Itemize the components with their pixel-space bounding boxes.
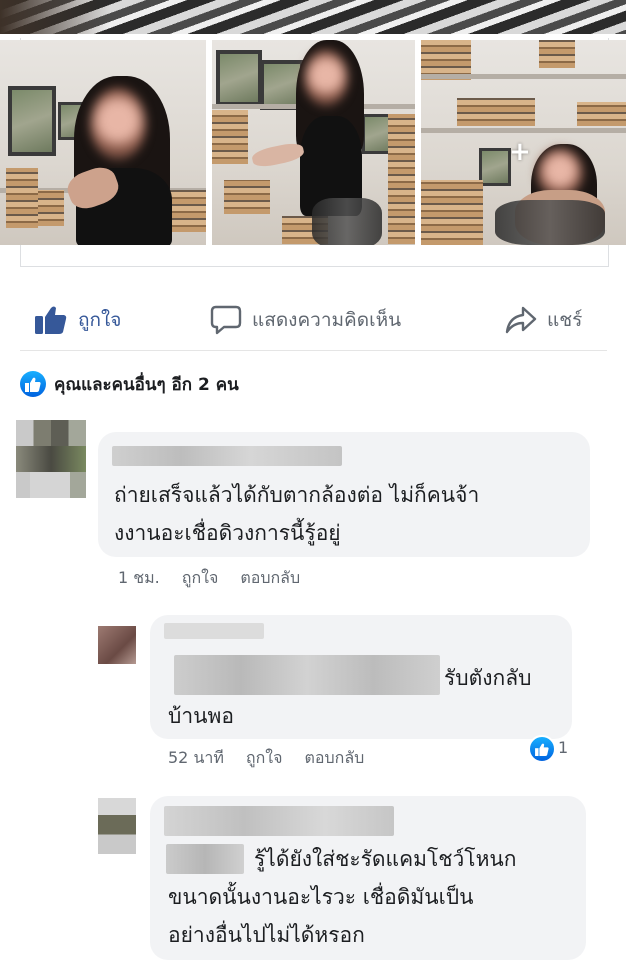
share-label: แชร์	[547, 309, 583, 331]
avatar[interactable]	[98, 626, 136, 664]
photo-1[interactable]	[0, 40, 206, 245]
comment-meta: 52 นาที ถูกใจ ตอบกลับ	[168, 746, 364, 771]
comment-button[interactable]: แสดงความคิดเห็น	[210, 298, 401, 342]
comment-like-link[interactable]: ถูกใจ	[182, 566, 219, 591]
comment-line: รับตังกลับ	[444, 666, 532, 690]
action-divider	[20, 350, 607, 351]
comment-reply-link[interactable]: ตอบกลับ	[240, 566, 300, 591]
share-icon	[505, 306, 537, 334]
comment-line: บ้านพอ	[168, 704, 234, 728]
avatar[interactable]	[16, 420, 86, 498]
comment-line: ถ่ายเสร็จแล้วได้กับตากล้องต่อ ไม่ก็คนจ้า	[114, 483, 480, 507]
comment-like-badge-icon[interactable]	[528, 735, 556, 763]
comment-text-blurred	[166, 844, 244, 874]
comment-bubble: รับตังกลับ บ้านพอ	[150, 615, 572, 739]
comment-line: งงานอะเชื่อดิวงการนี้รู้อยู่	[114, 521, 341, 545]
reactions-text: คุณและคนอื่นๆ อีก 2 คน	[54, 374, 239, 395]
commenter-name-blurred[interactable]	[164, 623, 264, 639]
like-badge-icon	[20, 371, 46, 397]
comment-bubble: ถ่ายเสร็จแล้วได้กับตากล้องต่อ ไม่ก็คนจ้า…	[98, 432, 590, 557]
photo-2[interactable]	[212, 40, 415, 245]
comment-text-blurred	[174, 655, 440, 695]
commenter-name-blurred[interactable]	[164, 806, 394, 836]
like-label: ถูกใจ	[78, 309, 122, 331]
post-image-top-shade	[0, 0, 110, 34]
avatar[interactable]	[98, 798, 136, 854]
comment-text: ถ่ายเสร็จแล้วได้กับตากล้องต่อ ไม่ก็คนจ้า…	[114, 476, 584, 552]
comment-label: แสดงความคิดเห็น	[252, 309, 402, 331]
commenter-name-blurred[interactable]	[112, 446, 342, 466]
comment-bubble: รู้ได้ยังใส่ชะรัดแคมโชว์โหนก ขนาดนั้นงาน…	[150, 796, 586, 960]
comment-time[interactable]: 1 ชม.	[118, 566, 160, 591]
comment-line: อย่างอื่นไปไม่ได้หรอก	[168, 923, 365, 947]
comment-line: ขนาดนั้นงานอะไรวะ เชื่อดิมันเป็น	[168, 885, 474, 909]
reactions-summary[interactable]: คุณและคนอื่นๆ อีก 2 คน	[20, 370, 239, 398]
comment-like-count: 1	[558, 738, 569, 757]
share-button[interactable]: แชร์	[505, 298, 582, 342]
comment-icon	[210, 305, 242, 335]
comment-meta: 1 ชม. ถูกใจ ตอบกลับ	[118, 566, 300, 591]
comment-reply-link[interactable]: ตอบกลับ	[304, 746, 364, 771]
photo-3[interactable]: +	[421, 40, 626, 245]
more-photos-icon[interactable]: +	[509, 137, 531, 167]
thumbs-up-icon	[35, 306, 67, 334]
comment-like-link[interactable]: ถูกใจ	[246, 746, 283, 771]
comment-line: รู้ได้ยังใส่ชะรัดแคมโชว์โหนก	[254, 847, 517, 871]
comment-time[interactable]: 52 นาที	[168, 746, 224, 771]
like-button[interactable]: ถูกใจ	[34, 298, 121, 342]
